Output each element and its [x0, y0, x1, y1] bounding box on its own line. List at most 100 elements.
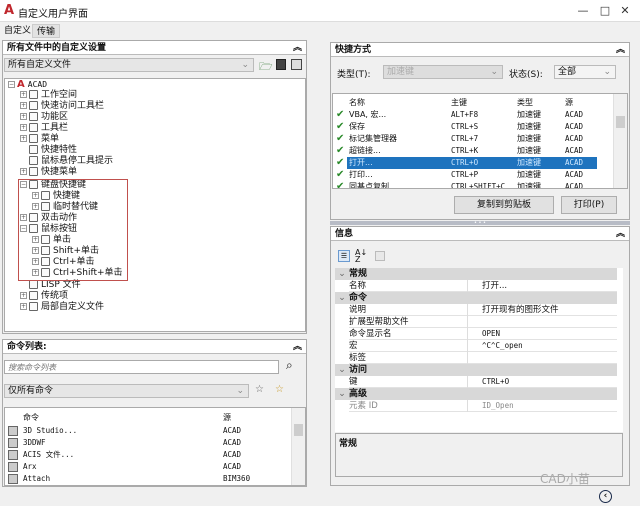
shortcut-key: CTRL+P: [451, 170, 479, 179]
property-value[interactable]: [467, 316, 617, 328]
property-row[interactable]: 宏 ^C^C_open: [349, 340, 617, 352]
find-command-icon[interactable]: ☆: [255, 384, 264, 395]
tree-item[interactable]: + 菜单: [20, 134, 59, 145]
property-category[interactable]: ⌄ 常规: [335, 268, 617, 280]
shortcut-source: ACAD: [565, 158, 584, 167]
column-header-source[interactable]: 源: [223, 412, 231, 424]
save-as-icon[interactable]: [291, 59, 302, 70]
tree-item[interactable]: 快捷特性: [20, 145, 77, 156]
property-value[interactable]: ID_Open: [467, 400, 617, 412]
expand-toggle-icon[interactable]: +: [20, 292, 27, 299]
checkmark-icon: ✔: [336, 109, 345, 120]
tree-item[interactable]: + 功能区: [20, 112, 68, 123]
property-category[interactable]: ⌄ 命令: [335, 292, 617, 304]
tree-item[interactable]: + 工作空间: [20, 90, 77, 101]
tab-transfer[interactable]: 传输: [32, 24, 61, 38]
tree-item[interactable]: + 快捷菜单: [20, 167, 77, 178]
shortcut-source: ACAD: [565, 134, 584, 143]
expand-toggle-icon[interactable]: +: [20, 113, 27, 120]
scrollbar[interactable]: [291, 408, 305, 485]
alphabetical-sort-icon[interactable]: A↓ Z: [355, 249, 367, 264]
shortcut-name: 同基点复制: [349, 182, 389, 189]
command-filter-select[interactable]: 仅所有命令 ⌄: [4, 384, 249, 398]
shortcut-key: CTRL+K: [451, 146, 479, 155]
collapse-icon[interactable]: ︽: [293, 340, 302, 354]
command-name[interactable]: Arx: [23, 461, 37, 473]
tab-customize[interactable]: 自定义: [0, 24, 36, 38]
collapse-icon[interactable]: ︽: [293, 41, 302, 55]
command-name[interactable]: 3D Studio...: [23, 425, 77, 437]
property-category[interactable]: ⌄ 高级: [335, 388, 617, 400]
minimize-button[interactable]: —: [572, 2, 594, 20]
command-name[interactable]: ACIS 文件...: [23, 449, 74, 461]
tree-item[interactable]: 鼠标悬停工具提示: [20, 156, 113, 167]
expand-toggle-icon[interactable]: +: [20, 135, 27, 142]
property-value[interactable]: ^C^C_open: [467, 340, 617, 352]
save-icon[interactable]: [276, 59, 286, 70]
print-button[interactable]: 打印(P): [561, 196, 617, 214]
scrollbar[interactable]: [613, 94, 627, 188]
tree-item-label: 工作空间: [41, 90, 78, 100]
property-value[interactable]: CTRL+O: [467, 376, 617, 388]
property-category[interactable]: ⌄ 访问: [335, 364, 617, 376]
search-icon[interactable]: ⌕: [286, 358, 293, 373]
category-name: 命令: [349, 293, 368, 303]
file-select[interactable]: 所有自定义文件 ⌄: [4, 58, 254, 72]
property-value[interactable]: OPEN: [467, 328, 617, 340]
collapse-panel-button[interactable]: ‹: [599, 490, 612, 503]
property-row[interactable]: 命令显示名 OPEN: [349, 328, 617, 340]
expand-toggle-icon[interactable]: −: [8, 81, 15, 88]
tree-item[interactable]: + 工具栏: [20, 123, 68, 134]
collapse-icon[interactable]: ︽: [616, 227, 625, 241]
maximize-button[interactable]: □: [594, 2, 616, 20]
property-row[interactable]: 元素 ID ID_Open: [349, 400, 617, 412]
property-name: 扩展型帮助文件: [349, 317, 409, 327]
status-select[interactable]: 全部 ⌄: [554, 65, 616, 79]
command-search-input[interactable]: [4, 360, 279, 374]
chevron-down-icon[interactable]: ⌄: [335, 292, 349, 304]
property-value[interactable]: 打开现有的图形文件: [467, 304, 617, 316]
chevron-down-icon[interactable]: ⌄: [335, 388, 349, 400]
categorized-view-icon[interactable]: ☰: [338, 250, 350, 262]
tree-item[interactable]: + 局部自定义文件: [20, 302, 104, 313]
tree-item[interactable]: + 传统项: [20, 291, 68, 302]
close-button[interactable]: ✕: [614, 2, 636, 20]
column-header-source[interactable]: 源: [565, 97, 573, 109]
column-header-key[interactable]: 主键: [451, 97, 467, 109]
tree-item[interactable]: + 快速访问工具栏: [20, 101, 104, 112]
new-command-icon[interactable]: ☆: [275, 384, 284, 395]
expand-toggle-icon[interactable]: +: [20, 91, 27, 98]
column-header-command[interactable]: 命令: [23, 412, 39, 424]
expand-toggle-icon[interactable]: +: [20, 168, 27, 175]
tree-item[interactable]: LISP 文件: [20, 280, 81, 291]
property-pages-icon[interactable]: [375, 251, 385, 261]
chevron-down-icon[interactable]: ⌄: [335, 268, 349, 280]
shortcut-type: 加速键: [517, 182, 541, 189]
property-row[interactable]: 键 CTRL+O: [349, 376, 617, 388]
property-row[interactable]: 说明 打开现有的图形文件: [349, 304, 617, 316]
property-value[interactable]: 打开...: [467, 280, 617, 292]
expand-toggle-icon[interactable]: +: [20, 102, 27, 109]
tree-item-label: 局部自定义文件: [41, 302, 105, 312]
column-header-type[interactable]: 类型: [517, 97, 533, 109]
splitter-handle[interactable]: • • •: [330, 221, 630, 226]
checkmark-icon: ✔: [336, 121, 345, 132]
chevron-down-icon[interactable]: ⌄: [335, 364, 349, 376]
tree-item[interactable]: − A ACAD: [8, 79, 47, 90]
property-name: 命令显示名: [349, 329, 392, 339]
panel-title: 命令列表:: [7, 342, 47, 352]
expand-toggle-icon[interactable]: +: [20, 124, 27, 131]
command-name[interactable]: Attach: [23, 473, 50, 485]
shortcut-name: 打印...: [349, 170, 373, 179]
collapse-icon[interactable]: ︽: [616, 43, 625, 57]
property-row[interactable]: 标签: [349, 352, 617, 364]
property-row[interactable]: 扩展型帮助文件: [349, 316, 617, 328]
property-value[interactable]: [467, 352, 617, 364]
command-name[interactable]: 3DDWF: [23, 437, 46, 449]
tree-item-label: 菜单: [41, 134, 60, 144]
column-header-name[interactable]: 名称: [349, 97, 365, 109]
copy-to-clipboard-button[interactable]: 复制到剪贴板: [454, 196, 554, 214]
open-file-icon[interactable]: 🗁: [259, 58, 273, 77]
expand-toggle-icon[interactable]: +: [20, 303, 27, 310]
property-row[interactable]: 名称 打开...: [349, 280, 617, 292]
